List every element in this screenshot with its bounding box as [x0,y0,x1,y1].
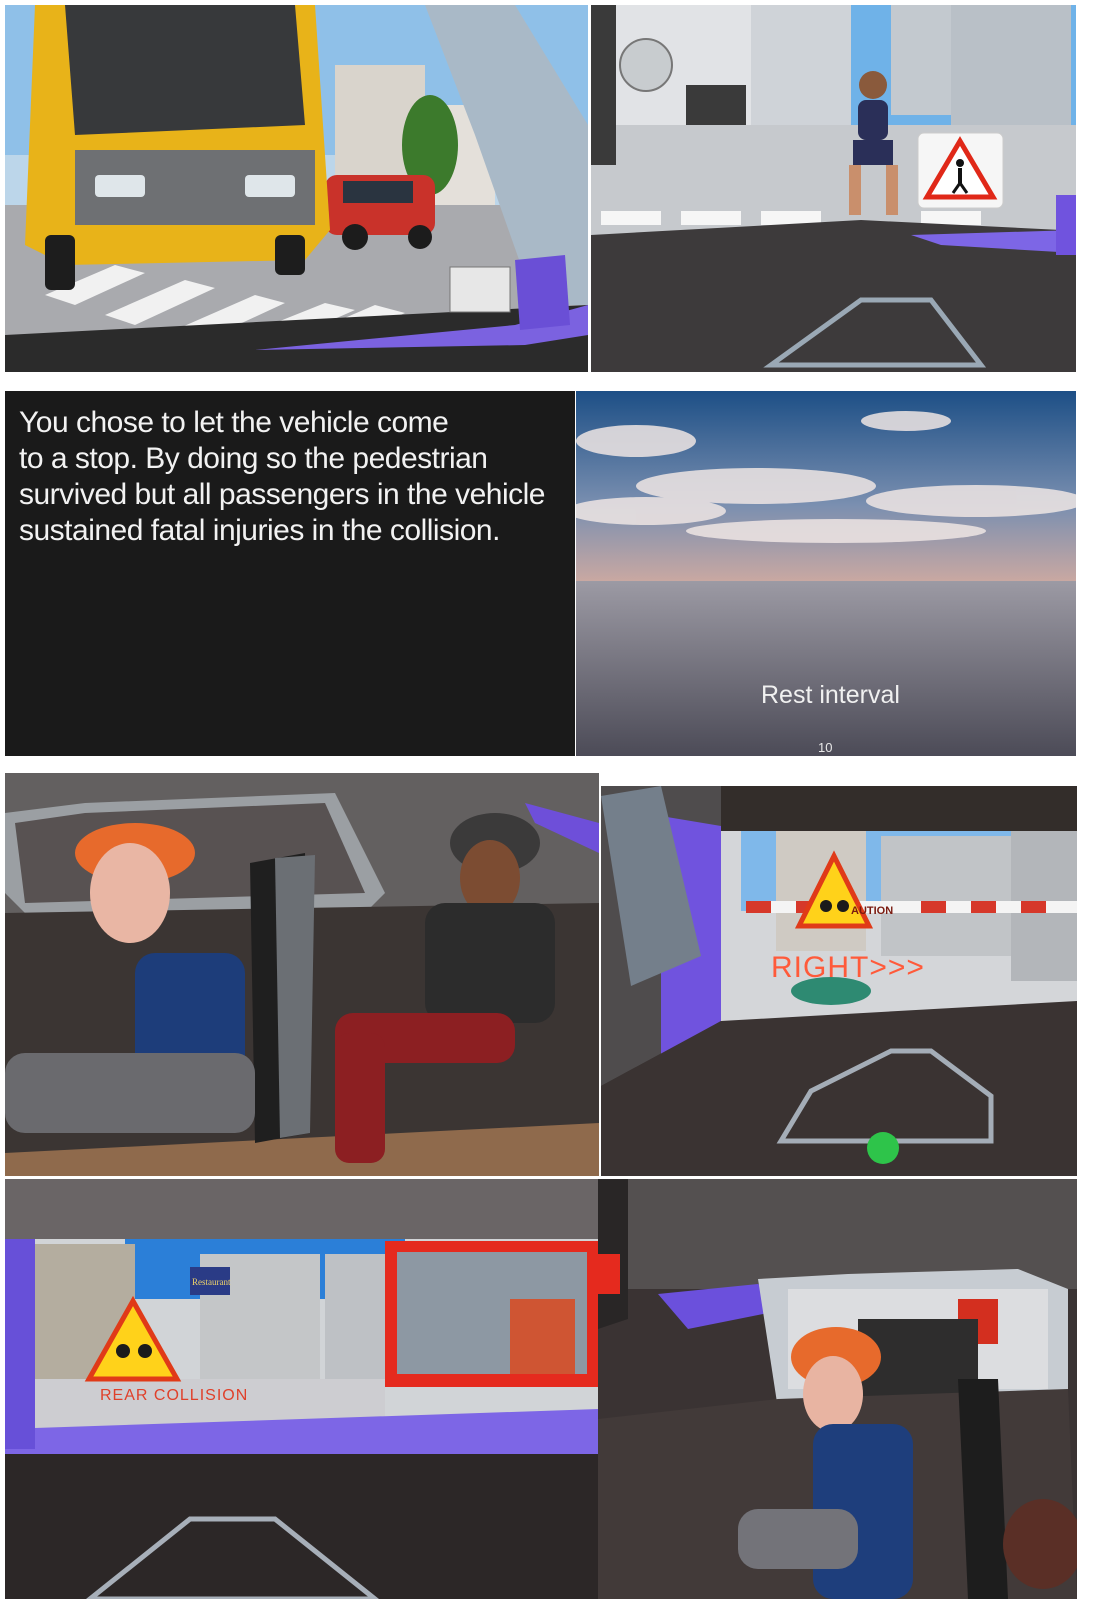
panel-rear-collision: Restaurant REAR COLLISION [5,1179,599,1599]
caution-barrier [746,901,1077,913]
outcome-line-1: You chose to let the vehicle come [19,406,449,439]
panel-outcome-message: You chose to let the vehicle come to a s… [5,391,575,756]
panel-passenger-rear [598,1179,1077,1599]
rear-collision-scene [5,1179,599,1599]
rear-collision-label: REAR COLLISION [100,1387,249,1404]
rest-interval-label: Rest interval [761,681,900,709]
panel-right-warning: AUTION RIGHT>>> [601,786,1077,1176]
passengers-scene [5,773,599,1176]
rest-interval-counter: 10 [818,740,833,755]
right-direction-text: RIGHT>>> [771,951,925,984]
outcome-line-2: to a stop. By doing so the pedestrian [19,442,488,475]
passenger-rear-scene [598,1179,1077,1599]
crosswalk-scene [5,5,588,372]
pedestrian-crossing-sign-icon [917,132,1004,209]
panel-rest-interval: Rest interval 10 [576,391,1076,756]
panel-pedestrian [591,5,1076,372]
panel-passengers [5,773,599,1176]
panel-crosswalk-bus [5,5,588,372]
outcome-line-4: sustained fatal injuries in the collisio… [19,514,500,547]
outcome-line-3: survived but all passengers in the vehic… [19,478,545,511]
pedestrian-scene [591,5,1076,372]
outcome-message-text: You chose to let the vehicle come to a s… [19,405,575,549]
shop-sign-text: Restaurant [192,1277,231,1287]
caution-barrier-text: AUTION [851,905,894,917]
